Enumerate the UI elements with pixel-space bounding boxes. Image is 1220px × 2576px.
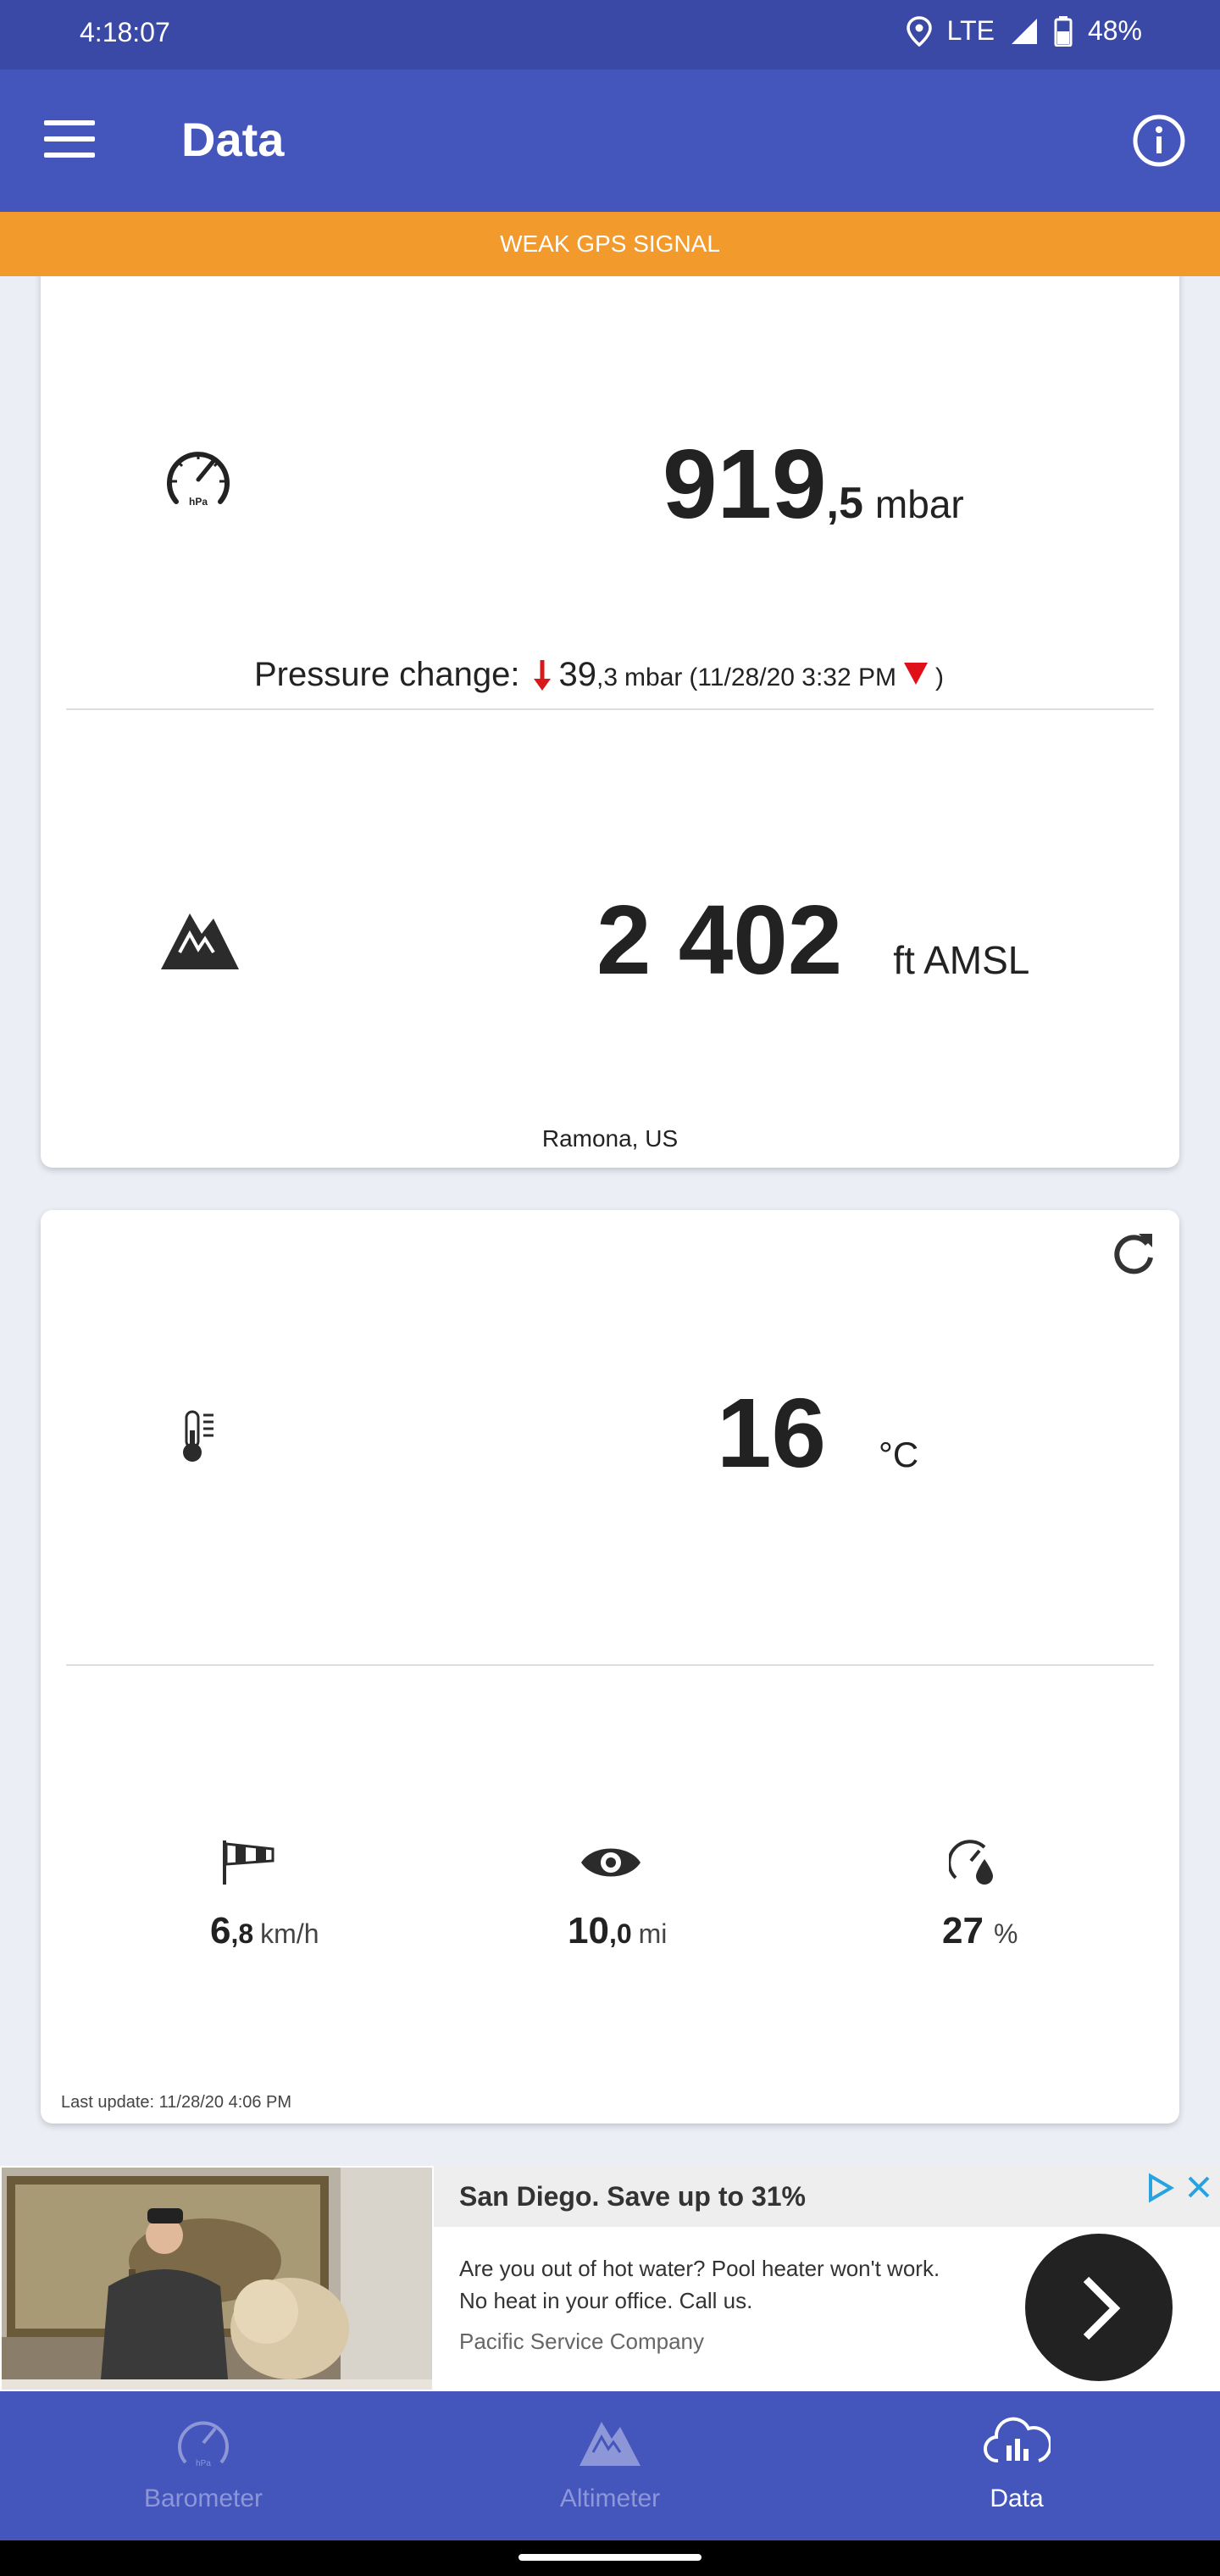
home-gesture-handle[interactable] [518,2554,702,2561]
windsock-icon [223,1840,274,1885]
ad-advertiser: Pacific Service Company [459,2329,704,2354]
location-label: Ramona, US [541,1125,679,1152]
pressure-decimal: ,5 [826,479,863,528]
system-navigation-bar [0,2540,1220,2576]
ad-banner[interactable]: San Diego. Save up to 31% Are you out of… [0,2166,1220,2391]
triangle-down-icon [904,663,929,685]
barometer-icon: hPa [167,452,230,508]
temperature-unit: °C [879,1435,919,1474]
pressure-value: 919 ,5 mbar [663,427,964,541]
gps-warning-banner: WEAK GPS SIGNAL [0,212,1220,276]
nav-barometer-label: Barometer [143,2484,263,2512]
refresh-icon[interactable] [1110,1229,1157,1276]
weather-card: 16 °C 6 ,8 km/h 10 ,0 mi 27 % Last updat… [41,1210,1179,2124]
nav-altimeter[interactable]: Altimeter [407,2391,813,2540]
altitude-value: 2 402 ft AMSL [596,883,1029,997]
signal-icon [1011,18,1037,44]
svg-text:hPa: hPa [189,496,208,508]
ad-body: Are you out of hot water? Pool heater wo… [459,2256,940,2313]
mountain-icon [580,2422,640,2466]
info-icon[interactable] [1132,114,1186,168]
eye-icon [581,1848,640,1877]
wind-integer: 6 [210,1910,231,1951]
cloud-data-icon [983,2417,1051,2463]
status-bar: 4:18:07 LTE 48% [0,0,1220,69]
pressure-unit: mbar [874,482,964,526]
page-title: Data [181,113,285,166]
altitude-number: 2 402 [596,885,843,995]
pressure-change-decimal: ,3 [596,663,618,691]
wind-decimal: ,8 [230,1918,254,1949]
app-bar: Data [0,69,1220,212]
visibility-integer: 10 [568,1910,609,1951]
chevron-right-icon [1083,2276,1121,2340]
barometer-icon: hPa [178,2421,229,2468]
ad-photo [2,2168,432,2390]
status-time: 4:18:07 [80,17,170,47]
nav-data-label: Data [990,2484,1044,2512]
menu-icon[interactable] [44,119,95,159]
network-type: LTE [946,15,995,46]
pressure-change-integer: 39 [558,656,597,693]
ad-close-icon[interactable] [1184,2173,1213,2201]
location-icon [906,15,932,47]
nav-data[interactable]: Data [813,2391,1220,2540]
wind-speed: 6 ,8 km/h [210,1910,319,1952]
battery-percent: 48% [1087,15,1142,46]
visibility-unit: mi [638,1918,668,1949]
divider [66,708,1154,710]
adchoices-icon[interactable] [1145,2173,1176,2203]
altitude-unit: ft AMSL [893,938,1030,982]
mountain-icon [161,913,239,969]
pressure-change-unit: mbar [624,663,683,691]
bottom-navigation: hPa Barometer Altimeter Data [0,2391,1220,2540]
pressure-integer: 919 [663,429,827,539]
battery-icon [1054,15,1073,47]
divider [66,1664,1154,1666]
pressure-change-close: ) [935,663,945,691]
humidity-gauge-icon [949,1840,993,1885]
temperature-value: 16 °C [717,1376,918,1490]
arrow-down-icon [533,659,551,691]
pressure-altitude-card: hPa 919 ,5 mbar Pressure change: 39 ,3 m… [41,254,1179,1168]
last-update-label: Last update: 11/28/20 4:06 PM [61,2093,292,2112]
status-icons: LTE 48% [906,15,1142,47]
ad-image[interactable] [2,2168,432,2390]
humidity-unit: % [993,1918,1018,1949]
ad-open-button[interactable] [1025,2234,1173,2381]
temperature-number: 16 [717,1378,827,1488]
pressure-change: Pressure change: 39 ,3 mbar (11/28/20 3:… [254,656,944,694]
pressure-change-time: (11/28/20 3:32 PM [689,663,897,691]
thermometer-icon [183,1410,214,1462]
nav-altimeter-label: Altimeter [559,2484,661,2512]
visibility: 10 ,0 mi [568,1910,667,1952]
svg-text:hPa: hPa [196,2459,211,2468]
nav-barometer[interactable]: hPa Barometer [0,2391,407,2540]
pressure-change-label: Pressure change: [254,656,520,693]
visibility-decimal: ,0 [608,1918,632,1949]
humidity: 27 % [942,1910,1018,1952]
humidity-number: 27 [942,1910,984,1951]
ad-headline[interactable]: San Diego. Save up to 31% [459,2181,806,2212]
wind-unit: km/h [260,1918,319,1949]
